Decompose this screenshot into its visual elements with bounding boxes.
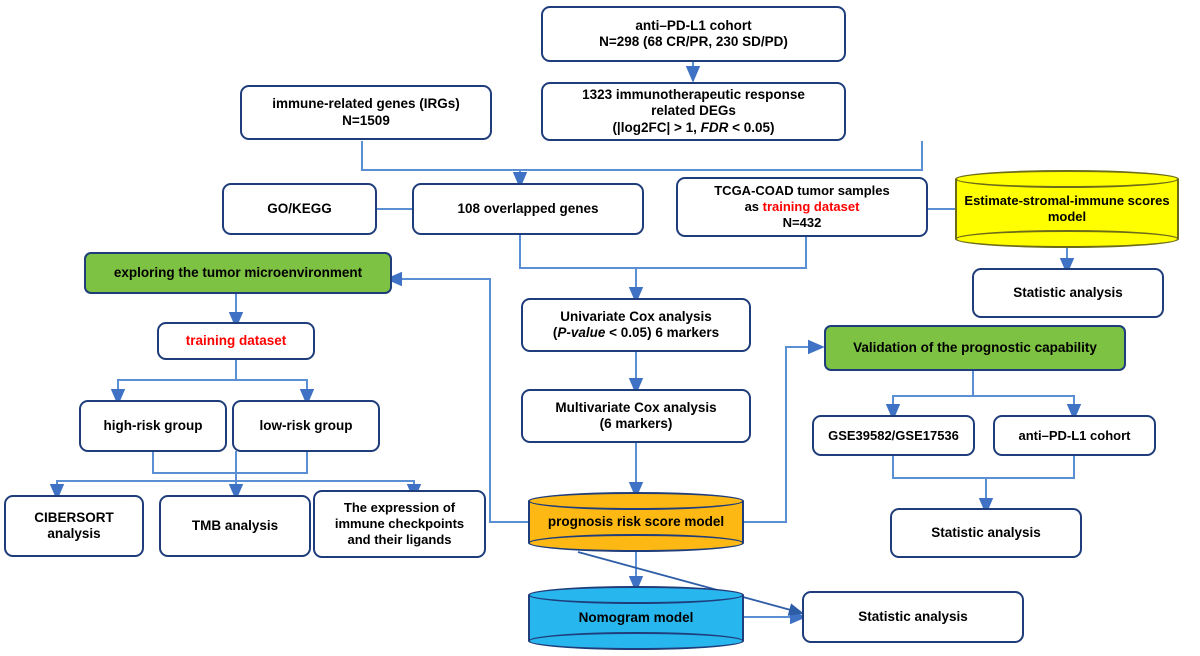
node-tmb-analysis-label: TMB analysis [191,517,279,533]
node-overlapped-genes-label: 108 overlapped genes [457,200,599,216]
tcga-prefix: as [744,199,763,215]
node-statistic-analysis-top-right-label: Statistic analysis [1013,284,1123,300]
node-statistic-analysis-top-right: Statistic analysis [972,268,1164,318]
node-statistic-analysis-mid-right-label: Statistic analysis [931,524,1041,540]
node-cibersort-analysis: CIBERSORT analysis [4,495,144,557]
node-nomogram-model-label: Nomogram model [578,609,694,625]
flowchart-canvas: anti–PD-L1 cohort N=298 (68 CR/PR, 230 S… [0,0,1200,656]
node-multivariate-line2: (6 markers) [599,416,673,431]
node-low-risk-group: low-risk group [232,400,380,452]
node-gse-datasets: GSE39582/GSE17536 [812,415,975,456]
estimate-line2: model [1047,209,1087,224]
node-go-kegg-label: GO/KEGG [267,200,332,216]
node-explore-tme-label: exploring the tumor microenvironment [113,264,363,280]
degs-criteria-pre: (|log2FC| > 1, [612,119,701,135]
node-checkpoints-line1: The expression of [343,500,456,516]
node-tmb-analysis: TMB analysis [159,495,311,557]
node-multivariate-line1: Multivariate Cox analysis [555,399,717,415]
node-tcga-line2: as training dataset [684,199,920,215]
node-univariate-line1: Univariate Cox analysis [560,308,712,324]
node-statistic-analysis-bottom-right: Statistic analysis [802,591,1024,643]
node-statistic-analysis-mid-right: Statistic analysis [890,508,1082,558]
node-irgs-line1: immune-related genes (IRGs) [272,96,460,112]
estimate-line1: Estimate-stromal-immune scores [964,193,1170,209]
node-degs: 1323 immunotherapeutic response related … [541,82,846,141]
node-high-risk-group-label: high-risk group [103,417,203,433]
univariate-p-post: < 0.05) 6 markers [605,325,720,340]
node-prognosis-risk-score-model: prognosis risk score model [528,492,744,552]
node-degs-line2: related DEGs [651,103,736,119]
node-validation-prognostic-label: Validation of the prognostic capability [853,339,1097,355]
node-anti-pdl1-cohort-validation: anti–PD-L1 cohort [993,415,1156,456]
node-validation-prognostic: Validation of the prognostic capability [824,325,1126,371]
degs-criteria-post: < 0.05) [728,119,775,135]
node-anti-pdl1-cohort-line2: N=298 (68 CR/PR, 230 SD/PD) [599,34,788,49]
node-cibersort-line2: analysis [47,526,101,541]
univariate-p-value: P-value [557,325,606,340]
node-high-risk-group: high-risk group [79,400,227,452]
node-prognosis-risk-score-model-label: prognosis risk score model [547,513,725,529]
node-explore-tme: exploring the tumor microenvironment [84,252,392,294]
node-univariate-line2: (P-value < 0.05) 6 markers [529,325,743,341]
node-cibersort-line1: CIBERSORT [34,509,114,525]
node-anti-pdl1-cohort-line1: anti–PD-L1 cohort [635,17,752,33]
node-low-risk-group-label: low-risk group [259,417,353,433]
node-go-kegg: GO/KEGG [222,183,377,235]
node-tcga-line3: N=432 [782,214,822,230]
node-estimate-scores-model: Estimate-stromal-immune scores model [955,170,1179,248]
node-tcga-line1: TCGA-COAD tumor samples [714,183,890,199]
node-multivariate-cox: Multivariate Cox analysis (6 markers) [521,389,751,443]
node-statistic-analysis-bottom-right-label: Statistic analysis [858,608,968,624]
node-training-dataset-label: training dataset [185,332,287,348]
node-tcga-coad: TCGA-COAD tumor samples as training data… [676,177,928,237]
node-overlapped-genes: 108 overlapped genes [412,183,644,235]
node-checkpoints-line2: immune checkpoints [334,516,465,532]
node-degs-line3: (|log2FC| > 1, FDR < 0.05) [549,120,838,136]
degs-criteria-fdr: FDR [700,119,729,135]
node-univariate-cox: Univariate Cox analysis (P-value < 0.05)… [521,298,751,352]
node-estimate-scores-model-label: Estimate-stromal-immune scores model [955,170,1179,248]
node-gse-datasets-label: GSE39582/GSE17536 [828,427,959,443]
node-immune-checkpoints: The expression of immune checkpoints and… [313,490,486,558]
node-irgs: immune-related genes (IRGs) N=1509 [240,85,492,140]
node-degs-line1: 1323 immunotherapeutic response [582,86,805,102]
node-anti-pdl1-cohort-validation-label: anti–PD-L1 cohort [1018,427,1131,443]
node-nomogram-model: Nomogram model [528,586,744,650]
node-checkpoints-line3: and their ligands [347,531,452,547]
tcga-training-dataset-highlight: training dataset [762,199,860,215]
node-training-dataset: training dataset [157,322,315,360]
node-anti-pdl1-cohort: anti–PD-L1 cohort N=298 (68 CR/PR, 230 S… [541,6,846,62]
node-irgs-line2: N=1509 [342,112,390,128]
